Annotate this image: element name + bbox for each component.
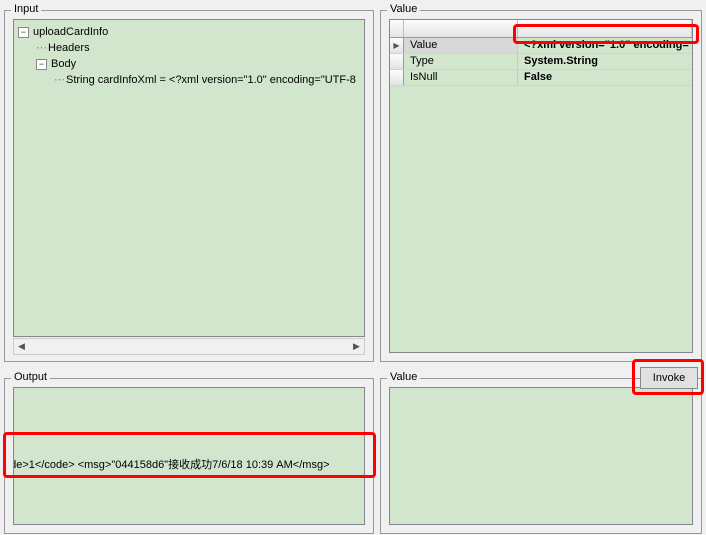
output-content[interactable]: ode>1</code> <msg>"044158d6"接收成功7/6/18 1… (13, 387, 365, 525)
input-label: Input (11, 3, 41, 15)
grid-key: Type (404, 54, 518, 69)
grid-key: Value (404, 38, 518, 53)
output-panel: Output ode>1</code> <msg>"044158d6"接收成功7… (4, 378, 374, 534)
value-bottom-panel: Value (380, 378, 702, 534)
tree-node-arg[interactable]: ⋯ String cardInfoXml = <?xml version="1.… (18, 72, 360, 88)
input-tree[interactable]: − uploadCardInfo ⋯ Headers − Body ⋯ Stri… (13, 19, 365, 337)
grid-header (390, 20, 692, 38)
value-top-label: Value (387, 3, 420, 15)
tree-node-label: String cardInfoXml = <?xml version="1.0"… (66, 72, 356, 88)
value-grid[interactable]: ▶ Value <?xml version="1.0" encoding= Ty… (389, 19, 693, 353)
grid-row[interactable]: ▶ Value <?xml version="1.0" encoding= (390, 38, 692, 54)
value-bottom-content[interactable] (389, 387, 693, 525)
collapse-icon[interactable]: − (36, 59, 47, 70)
row-marker-icon: ▶ (390, 38, 404, 53)
collapse-icon[interactable]: − (18, 27, 29, 38)
tree-line-icon: ⋯ (36, 40, 46, 56)
tree-node-label: uploadCardInfo (33, 24, 108, 40)
tree-node-headers[interactable]: ⋯ Headers (18, 40, 360, 56)
tree-node-label: Headers (48, 40, 90, 56)
grid-val[interactable]: False (518, 70, 692, 85)
scroll-right-icon[interactable]: ▶ (349, 339, 364, 354)
tree-node-body[interactable]: − Body (18, 56, 360, 72)
input-panel: Input − uploadCardInfo ⋯ Headers − Body … (4, 10, 374, 362)
grid-val[interactable]: System.String (518, 54, 692, 69)
value-top-panel: Value ▶ Value <?xml version="1.0" encodi… (380, 10, 702, 362)
grid-row[interactable]: Type System.String (390, 54, 692, 70)
tree-node-label: Body (51, 56, 76, 72)
output-text: ode>1</code> <msg>"044158d6"接收成功7/6/18 1… (13, 456, 330, 472)
invoke-button[interactable]: Invoke (640, 367, 698, 389)
value-bottom-label: Value (387, 371, 420, 383)
tree-line-icon: ⋯ (54, 72, 64, 88)
grid-row[interactable]: IsNull False (390, 70, 692, 86)
output-label: Output (11, 371, 50, 383)
tree-node-root[interactable]: − uploadCardInfo (18, 24, 360, 40)
scroll-left-icon[interactable]: ◀ (14, 339, 29, 354)
horizontal-scrollbar[interactable]: ◀ ▶ (13, 338, 365, 355)
grid-val[interactable]: <?xml version="1.0" encoding= (518, 38, 692, 53)
grid-key: IsNull (404, 70, 518, 85)
